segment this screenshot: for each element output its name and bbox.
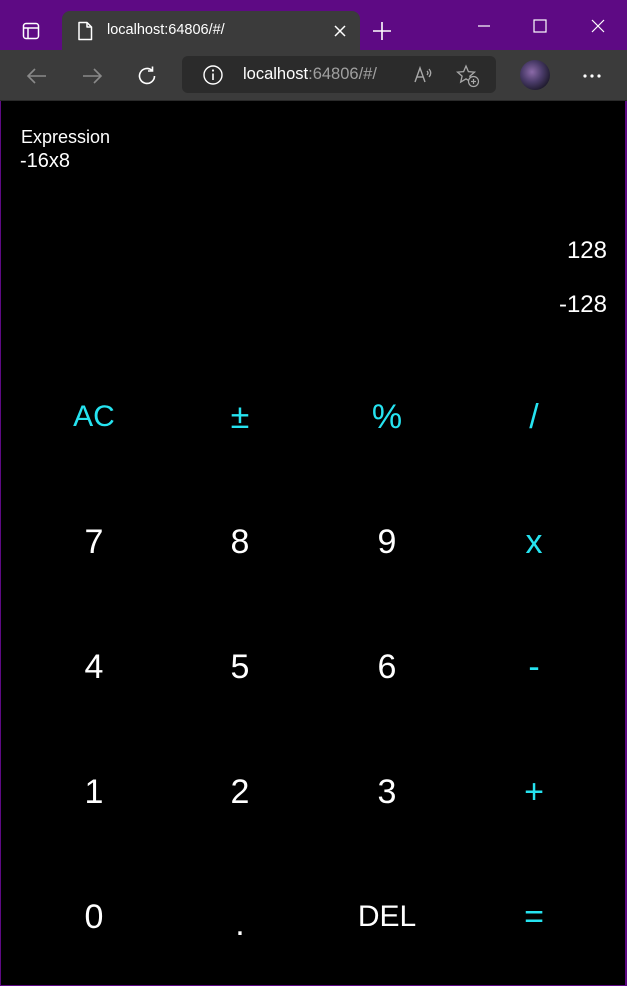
address-bar[interactable]: localhost:64806/#/ (182, 56, 496, 93)
multiply-button[interactable]: x (461, 487, 607, 597)
digit-4-button[interactable]: 4 (21, 612, 167, 722)
decimal-point-button[interactable]: . (167, 869, 313, 979)
plus-minus-button[interactable]: ± (167, 362, 313, 472)
add-favorite-icon[interactable] (455, 64, 480, 88)
profile-avatar[interactable] (520, 60, 550, 90)
plus-button[interactable]: + (461, 737, 607, 847)
forward-arrow-icon[interactable] (79, 63, 105, 89)
expression-label: Expression (21, 127, 111, 147)
url-path: :64806/#/ (308, 65, 377, 83)
new-tab-icon[interactable] (370, 19, 394, 43)
all-clear-button[interactable]: AC (21, 362, 167, 472)
url-host: localhost (243, 65, 309, 83)
refresh-icon[interactable] (134, 63, 160, 89)
digit-6-button[interactable]: 6 (314, 612, 460, 722)
browser-toolbar: localhost:64806/#/ (0, 50, 627, 101)
digit-9-button[interactable]: 9 (314, 487, 460, 597)
back-arrow-icon[interactable] (24, 63, 50, 89)
digit-1-button[interactable]: 1 (21, 737, 167, 847)
digit-5-button[interactable]: 5 (167, 612, 313, 722)
digit-7-button[interactable]: 7 (21, 487, 167, 597)
digit-8-button[interactable]: 8 (167, 487, 313, 597)
close-tab-icon[interactable] (332, 23, 348, 39)
close-window-icon[interactable] (584, 12, 612, 40)
tab-actions-icon[interactable] (20, 20, 42, 42)
minimize-icon[interactable] (470, 12, 498, 40)
minus-button[interactable]: - (461, 612, 607, 722)
page-icon (77, 21, 95, 41)
divide-button[interactable]: / (461, 362, 607, 472)
title-bar: localhost:64806/#/ (0, 0, 627, 50)
digit-2-button[interactable]: 2 (167, 737, 313, 847)
equals-button[interactable]: = (461, 862, 607, 972)
delete-button[interactable]: DEL (314, 862, 460, 972)
site-info-icon[interactable] (202, 64, 224, 86)
url-text[interactable]: localhost:64806/#/ (243, 65, 377, 84)
browser-tab[interactable]: localhost:64806/#/ (62, 11, 360, 50)
more-options-icon[interactable] (579, 63, 605, 89)
digit-3-button[interactable]: 3 (314, 737, 460, 847)
result-primary: 128 (566, 237, 607, 264)
read-aloud-icon[interactable] (412, 64, 434, 86)
digit-0-button[interactable]: 0 (21, 862, 167, 972)
browser-window: localhost:64806/#/ localhost:64806/#/ Ex… (0, 0, 627, 986)
tab-title: localhost:64806/#/ (107, 22, 225, 38)
calculator-page: Expression -16x8 128 -128 AC ± % / 7 8 9… (1, 101, 625, 985)
expression-value: -16x8 (20, 150, 71, 172)
maximize-icon[interactable] (526, 12, 554, 40)
result-secondary: -128 (558, 291, 607, 318)
percent-button[interactable]: % (314, 362, 460, 472)
keypad: AC ± % / 7 8 9 x 4 5 6 - 1 2 3 + 0 . DEL… (1, 354, 625, 979)
